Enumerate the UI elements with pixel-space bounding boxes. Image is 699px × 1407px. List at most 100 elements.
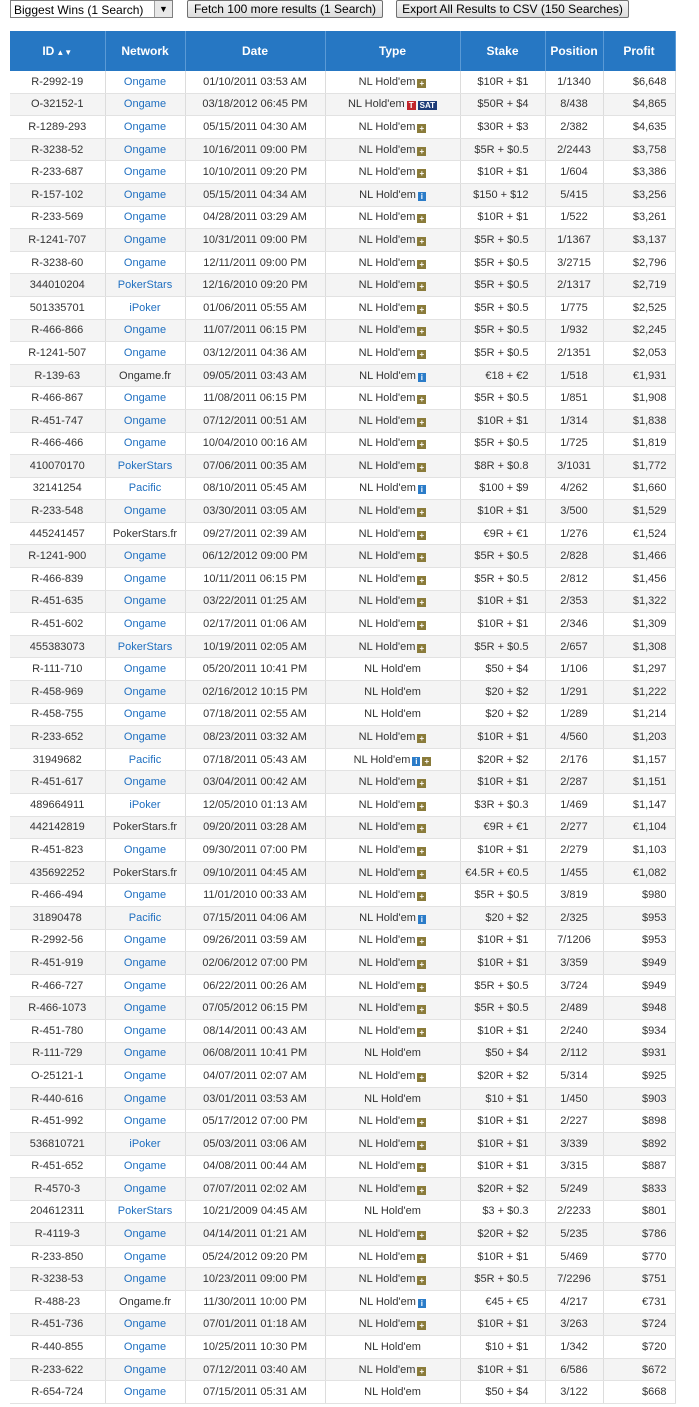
table-row[interactable]: 455383073 PokerStars 10/19/2011 02:05 AM NL…: [10, 635, 676, 659]
table-row[interactable]: 442142819 PokerStars.fr 09/20/2011 03:28 A…: [10, 816, 676, 840]
table-row[interactable]: R-451-652 Ongame 04/08/2011 00:44 AM NL Hol…: [10, 1155, 676, 1179]
table-row[interactable]: R-466-1073 Ongame 07/05/2012 06:15 PM NL Ho…: [10, 996, 676, 1020]
row-network[interactable]: Ongame: [105, 703, 186, 727]
row-network[interactable]: Ongame: [105, 1155, 186, 1179]
row-network[interactable]: Ongame: [105, 319, 186, 343]
table-row[interactable]: R-4119-3 Ongame 04/14/2011 01:21 AM NL Hold…: [10, 1222, 676, 1246]
row-network[interactable]: Ongame: [105, 71, 186, 94]
table-row[interactable]: O-32152-1 Ongame 03/18/2012 06:45 PM NL Hol…: [10, 93, 676, 117]
table-row[interactable]: R-451-780 Ongame 08/14/2011 00:43 AM NL Hol…: [10, 1019, 676, 1043]
table-row[interactable]: R-488-23 Ongame.fr 11/30/2011 10:00 PM NL H…: [10, 1290, 676, 1314]
table-row[interactable]: R-466-466 Ongame 10/04/2010 00:16 AM NL Hol…: [10, 432, 676, 456]
table-row[interactable]: 501335701 iPoker 01/06/2011 05:55 AM NL Hol…: [10, 296, 676, 320]
table-row[interactable]: R-3238-53 Ongame 10/23/2011 09:00 PM NL Hol…: [10, 1267, 676, 1292]
table-row[interactable]: R-111-710 Ongame 05/20/2011 10:41 PM NL Hol…: [10, 657, 676, 682]
table-row[interactable]: 445241457 PokerStars.fr 09/27/2011 02:39 A…: [10, 522, 676, 546]
table-row[interactable]: 31949682 Pacific 07/18/2011 05:43 AM NL Hol…: [10, 748, 676, 772]
table-row[interactable]: R-233-548 Ongame 03/30/2011 03:05 AM NL Hol…: [10, 499, 676, 523]
table-row[interactable]: R-451-919 Ongame 02/06/2012 07:00 PM NL Hol…: [10, 951, 676, 975]
row-network[interactable]: Ongame: [105, 657, 186, 682]
table-row[interactable]: R-440-616 Ongame 03/01/2011 03:53 AM NL Hol…: [10, 1087, 676, 1111]
row-network[interactable]: Pacific: [105, 748, 186, 772]
row-network[interactable]: Ongame: [105, 974, 186, 998]
table-row[interactable]: R-451-635 Ongame 03/22/2011 01:25 AM NL Hol…: [10, 590, 676, 614]
row-network[interactable]: Pacific: [105, 477, 186, 501]
table-row[interactable]: R-233-687 Ongame 10/10/2011 09:20 PM NL Hol…: [10, 160, 676, 184]
table-row[interactable]: R-466-867 Ongame 11/08/2011 06:15 PM NL Hol…: [10, 386, 676, 410]
column-header-network[interactable]: Network: [105, 31, 186, 71]
row-network[interactable]: Ongame: [105, 996, 186, 1020]
table-row[interactable]: R-451-992 Ongame 05/17/2012 07:00 PM NL Hol…: [10, 1109, 676, 1133]
row-network[interactable]: PokerStars: [105, 635, 186, 659]
row-network[interactable]: PokerStars: [105, 1200, 186, 1224]
row-network[interactable]: Ongame: [105, 1064, 186, 1088]
row-network[interactable]: Ongame: [105, 251, 186, 275]
table-row[interactable]: 489664911 iPoker 12/05/2010 01:13 AM NL Hol…: [10, 793, 676, 817]
row-network[interactable]: Ongame: [105, 341, 186, 365]
table-row[interactable]: R-458-755 Ongame 07/18/2011 02:55 AM NL Hol…: [10, 703, 676, 727]
table-row[interactable]: R-451-823 Ongame 09/30/2011 07:00 PM NL Hol…: [10, 838, 676, 862]
row-network[interactable]: Ongame: [105, 1177, 186, 1201]
table-row[interactable]: R-3238-52 Ongame 10/16/2011 09:00 PM NL Hol…: [10, 138, 676, 162]
table-row[interactable]: R-451-747 Ongame 07/12/2011 00:51 AM NL Hol…: [10, 409, 676, 433]
table-row[interactable]: 344010204 PokerStars 12/16/2010 09:20 PM NL…: [10, 273, 676, 297]
export-csv-button[interactable]: Export All Results to CSV (150 Searches): [396, 0, 629, 18]
table-row[interactable]: R-3238-60 Ongame 12/11/2011 09:00 PM NL Hol…: [10, 251, 676, 275]
row-network[interactable]: Ongame: [105, 567, 186, 591]
table-row[interactable]: R-451-736 Ongame 07/01/2011 01:18 AM NL Hol…: [10, 1313, 676, 1337]
table-row[interactable]: R-466-866 Ongame 11/07/2011 06:15 PM NL Hol…: [10, 319, 676, 343]
column-header-stake[interactable]: Stake: [460, 31, 546, 71]
table-row[interactable]: 435692252 PokerStars.fr 09/10/2011 04:45 A…: [10, 861, 676, 885]
table-row[interactable]: R-466-839 Ongame 10/11/2011 06:15 PM NL Hol…: [10, 567, 676, 591]
results-select[interactable]: Biggest Wins (1 Search) ▼: [10, 0, 173, 18]
table-row[interactable]: R-111-729 Ongame 06/08/2011 10:41 PM NL Hol…: [10, 1042, 676, 1066]
table-row[interactable]: R-654-724 Ongame 07/15/2011 05:31 AM NL Hol…: [10, 1380, 676, 1405]
column-header-date[interactable]: Date: [185, 31, 326, 71]
row-network[interactable]: Ongame: [105, 680, 186, 704]
table-row[interactable]: 32141254 Pacific 08/10/2011 05:45 AM NL Hol…: [10, 477, 676, 501]
column-header-type[interactable]: Type: [325, 31, 461, 71]
table-row[interactable]: R-466-727 Ongame 06/22/2011 00:26 AM NL Hol…: [10, 974, 676, 998]
column-header-position[interactable]: Position: [545, 31, 604, 71]
table-row[interactable]: R-1241-507 Ongame 03/12/2011 04:36 AM NL Ho…: [10, 341, 676, 365]
row-network[interactable]: Ongame: [105, 183, 186, 207]
table-row[interactable]: R-2992-19 Ongame 01/10/2011 03:53 AM NL Hol…: [10, 71, 676, 94]
column-header-profit[interactable]: Profit: [603, 31, 676, 71]
sort-arrow-icon[interactable]: ▲▼: [56, 48, 72, 57]
row-network[interactable]: Ongame: [105, 1335, 186, 1359]
column-header-id[interactable]: ID ▲▼: [10, 31, 106, 71]
row-network[interactable]: Ongame: [105, 770, 186, 794]
table-row[interactable]: R-2992-56 Ongame 09/26/2011 03:59 AM NL Hol…: [10, 929, 676, 953]
table-row[interactable]: R-440-855 Ongame 10/25/2011 10:30 PM NL Hol…: [10, 1335, 676, 1359]
row-network[interactable]: Ongame: [105, 838, 186, 862]
row-network[interactable]: Ongame: [105, 1087, 186, 1111]
row-network[interactable]: Ongame: [105, 499, 186, 523]
table-row[interactable]: R-458-969 Ongame 02/16/2012 10:15 PM NL Hol…: [10, 680, 676, 704]
row-network[interactable]: Ongame: [105, 1267, 186, 1292]
row-network[interactable]: Ongame: [105, 409, 186, 433]
row-network[interactable]: Ongame: [105, 1109, 186, 1133]
row-network[interactable]: Ongame: [105, 386, 186, 410]
row-network[interactable]: Ongame: [105, 206, 186, 230]
table-row[interactable]: 536810721 iPoker 05/03/2011 03:06 AM NL Hol…: [10, 1132, 676, 1156]
row-network[interactable]: Ongame: [105, 1380, 186, 1405]
row-network[interactable]: Ongame: [105, 929, 186, 953]
row-network[interactable]: Ongame: [105, 432, 186, 456]
row-network[interactable]: Ongame: [105, 138, 186, 162]
row-network[interactable]: Ongame: [105, 1042, 186, 1066]
row-network[interactable]: Ongame: [105, 93, 186, 117]
row-network[interactable]: PokerStars: [105, 454, 186, 478]
table-row[interactable]: R-233-652 Ongame 08/23/2011 03:32 AM NL Hol…: [10, 725, 676, 749]
table-row[interactable]: R-451-602 Ongame 02/17/2011 01:06 AM NL Hol…: [10, 612, 676, 636]
table-row[interactable]: R-451-617 Ongame 03/04/2011 00:42 AM NL Hol…: [10, 770, 676, 794]
table-row[interactable]: 31890478 Pacific 07/15/2011 04:06 AM NL Hol…: [10, 906, 676, 930]
row-network[interactable]: iPoker: [105, 296, 186, 320]
row-network[interactable]: Ongame: [105, 1358, 186, 1382]
table-row[interactable]: R-1241-707 Ongame 10/31/2011 09:00 PM NL Ho…: [10, 228, 676, 252]
table-row[interactable]: 204612311 PokerStars 10/21/2009 04:45 AM NL…: [10, 1200, 676, 1224]
row-network[interactable]: iPoker: [105, 1132, 186, 1156]
row-network[interactable]: Ongame: [105, 590, 186, 614]
row-network[interactable]: Ongame: [105, 1222, 186, 1246]
row-network[interactable]: Ongame: [105, 1019, 186, 1043]
table-row[interactable]: 410070170 PokerStars 07/06/2011 00:35 AM NL…: [10, 454, 676, 478]
